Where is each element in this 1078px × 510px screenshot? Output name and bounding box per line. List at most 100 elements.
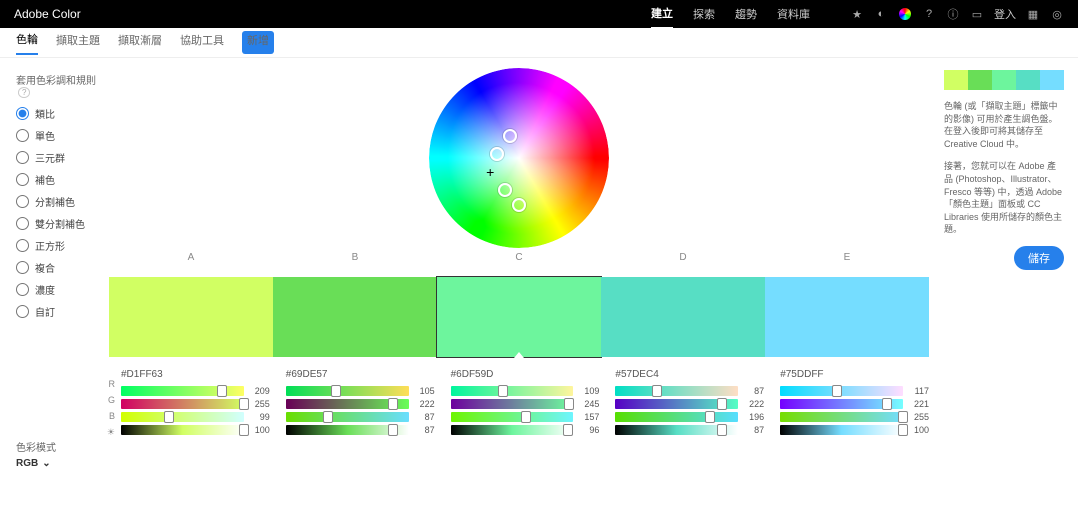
slider-b[interactable]	[451, 412, 574, 422]
slider-r[interactable]	[121, 386, 244, 396]
slider-r[interactable]	[615, 386, 738, 396]
slider-b[interactable]	[780, 412, 903, 422]
swatch[interactable]	[601, 277, 765, 357]
channel-label: ☀	[103, 427, 115, 440]
topnav-trends[interactable]: 趨勢	[735, 6, 757, 22]
slider-g[interactable]	[121, 399, 244, 409]
harmony-rule-0[interactable]: 類比	[16, 106, 100, 121]
mini-swatches	[944, 70, 1064, 90]
swatch[interactable]	[765, 277, 929, 357]
hex-value[interactable]: #57DEC4	[615, 369, 764, 380]
channel-label: G	[103, 395, 115, 408]
slider-value: 196	[744, 412, 764, 422]
slider-value: 99	[250, 412, 270, 422]
topnav-create[interactable]: 建立	[651, 5, 673, 29]
slider-g[interactable]	[451, 399, 574, 409]
slider-l[interactable]	[121, 425, 244, 435]
harmony-rule-1[interactable]: 單色	[16, 128, 100, 143]
login-link[interactable]: 登入	[994, 7, 1016, 21]
slider-value: 100	[250, 425, 270, 435]
slider-value: 245	[579, 399, 599, 409]
left-sidebar: 套用色彩調和規則 ? 類比單色三元群補色分割補色雙分割補色正方形複合濃度自訂 色…	[0, 58, 100, 510]
star-icon[interactable]: ★	[850, 7, 864, 21]
slider-value: 222	[744, 399, 764, 409]
help-icon[interactable]: ?	[922, 7, 936, 21]
color-wheel[interactable]: +	[429, 68, 609, 248]
wheel-base-marker[interactable]: +	[486, 164, 494, 180]
slider-column: #D1FF63 209 255 99 100	[115, 363, 276, 440]
slider-r[interactable]	[451, 386, 574, 396]
swatch-row	[109, 277, 929, 357]
save-button[interactable]: 儲存	[1014, 246, 1064, 270]
harmony-rule-4[interactable]: 分割補色	[16, 194, 100, 209]
slider-value: 209	[250, 386, 270, 396]
slider-column: #69DE571052228787	[280, 363, 441, 440]
subnav-extract-theme[interactable]: 擷取主題	[56, 32, 100, 54]
slider-column: #57DEC48722219687	[609, 363, 770, 440]
slider-value: 87	[744, 425, 764, 435]
swatch[interactable]	[273, 277, 437, 357]
slider-b[interactable]	[121, 412, 244, 422]
harmony-rule-3[interactable]: 補色	[16, 172, 100, 187]
slider-b[interactable]	[286, 412, 409, 422]
wheel-marker[interactable]	[498, 183, 512, 197]
harmony-label: 套用色彩調和規則 ?	[16, 72, 100, 98]
harmony-rule-2[interactable]: 三元群	[16, 150, 100, 165]
channel-label: R	[103, 379, 115, 392]
wheel-marker[interactable]	[512, 198, 526, 212]
slider-value: 255	[250, 399, 270, 409]
swatch[interactable]	[437, 277, 601, 357]
colormode-select[interactable]: RGB ⌄	[16, 458, 100, 469]
info-icon[interactable]: ⓘ	[946, 7, 960, 21]
swatch-letter: D	[601, 252, 765, 263]
hex-value[interactable]: #6DF59D	[451, 369, 600, 380]
info-text-2: 接著，您就可以在 Adobe 產品 (Photoshop、Illustrator…	[944, 160, 1064, 236]
wheel-marker[interactable]	[490, 147, 504, 161]
moon-icon[interactable]: ◐	[874, 7, 888, 21]
apps-icon[interactable]: ▦	[1026, 7, 1040, 21]
cc-icon[interactable]: ◎	[1050, 7, 1064, 21]
subnav-wheel[interactable]: 色輪	[16, 31, 38, 55]
slider-b[interactable]	[615, 412, 738, 422]
wheel-marker[interactable]	[503, 129, 517, 143]
swatch-letter: C	[437, 252, 601, 263]
chat-icon[interactable]: ▭	[970, 7, 984, 21]
swatch-header-row: ABCDE	[109, 252, 929, 263]
subnav-accessibility[interactable]: 協助工具	[180, 32, 224, 54]
slider-r[interactable]	[780, 386, 903, 396]
slider-column: #6DF59D10924515796	[445, 363, 606, 440]
hex-value[interactable]: #D1FF63	[121, 369, 270, 380]
harmony-rule-9[interactable]: 自訂	[16, 304, 100, 319]
swatch-letter: E	[765, 252, 929, 263]
harmony-rule-7[interactable]: 複合	[16, 260, 100, 275]
hex-value[interactable]: #75DDFF	[780, 369, 929, 380]
slider-g[interactable]	[615, 399, 738, 409]
slider-l[interactable]	[780, 425, 903, 435]
slider-r[interactable]	[286, 386, 409, 396]
harmony-rule-6[interactable]: 正方形	[16, 238, 100, 253]
chevron-down-icon: ⌄	[42, 458, 50, 469]
harmony-help-icon[interactable]: ?	[18, 87, 30, 98]
slider-l[interactable]	[615, 425, 738, 435]
hex-value[interactable]: #69DE57	[286, 369, 435, 380]
swatch-letter: B	[273, 252, 437, 263]
slider-value: 117	[909, 386, 929, 396]
sliders-area: #D1FF63 209 255 99 100 #69DE571052228787 #6DF5…	[115, 363, 935, 440]
slider-g[interactable]	[780, 399, 903, 409]
sub-nav: 色輪 擷取主題 擷取漸層 協助工具 新增	[0, 28, 1078, 58]
slider-value: 100	[909, 425, 929, 435]
colormode-label: 色彩模式	[16, 439, 100, 454]
slider-value: 87	[415, 425, 435, 435]
slider-l[interactable]	[451, 425, 574, 435]
color-wheel-icon[interactable]	[898, 7, 912, 21]
harmony-rule-5[interactable]: 雙分割補色	[16, 216, 100, 231]
subnav-extract-gradient[interactable]: 擷取漸層	[118, 32, 162, 54]
slider-value: 109	[579, 386, 599, 396]
topnav-libraries[interactable]: 資料庫	[777, 6, 810, 22]
harmony-rule-8[interactable]: 濃度	[16, 282, 100, 297]
slider-g[interactable]	[286, 399, 409, 409]
slider-l[interactable]	[286, 425, 409, 435]
swatch-letter: A	[109, 252, 273, 263]
swatch[interactable]	[109, 277, 273, 357]
topnav-explore[interactable]: 探索	[693, 6, 715, 22]
